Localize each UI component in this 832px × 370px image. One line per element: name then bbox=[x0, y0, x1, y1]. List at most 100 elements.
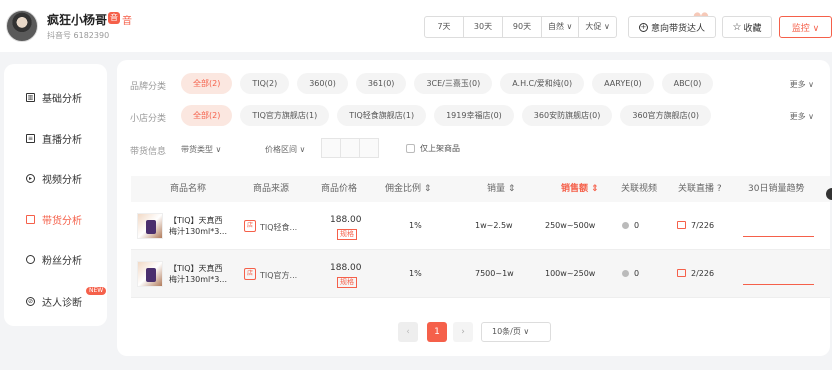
brand-pill[interactable]: AARYE(0) bbox=[592, 73, 654, 94]
shop-more-toggle[interactable]: 更多 ∨ bbox=[790, 111, 814, 122]
price-range-inputs[interactable] bbox=[321, 138, 379, 158]
brand-pill[interactable]: TIQ(2) bbox=[240, 73, 290, 94]
related-videos[interactable]: 0 bbox=[622, 269, 639, 278]
brand-pill[interactable]: A.H.C/爱和纯(0) bbox=[500, 73, 585, 94]
brand-filter-pills: 全部(2) TIQ(2) 360(0) 361(0) 3CE/三熹玉(0) A.… bbox=[181, 73, 714, 94]
sidebar-item-label: 基础分析 bbox=[42, 94, 82, 105]
col-sales[interactable]: 销量 ⇕ bbox=[487, 176, 515, 202]
related-videos[interactable]: 0 bbox=[622, 221, 639, 230]
brand-pill[interactable]: ABC(0) bbox=[661, 73, 714, 94]
star-icon: ☆ bbox=[732, 21, 742, 33]
range-30-days[interactable]: 30天 bbox=[464, 17, 503, 37]
brand-more-toggle[interactable]: 更多 ∨ bbox=[790, 79, 814, 90]
brand-pill[interactable]: 3CE/三熹玉(0) bbox=[414, 73, 493, 94]
col-commission[interactable]: 佣金比例 ⇕ bbox=[385, 176, 431, 202]
shop-pill[interactable]: 360安防旗舰店(0) bbox=[521, 105, 613, 126]
commission-rate: 1% bbox=[409, 221, 422, 230]
goods-type-dropdown[interactable]: 带货类型 ∨ bbox=[181, 144, 221, 155]
col-product-name: 商品名称 bbox=[170, 184, 207, 194]
brand-pill[interactable]: 361(0) bbox=[355, 73, 407, 94]
shop-icon: 店 bbox=[244, 220, 256, 232]
intent-creator-button[interactable]: + 意向带货达人 bbox=[628, 16, 716, 38]
on-shelf-only-label: 仅上架商品 bbox=[420, 144, 460, 153]
sidebar-item-label: 视频分析 bbox=[42, 175, 82, 186]
table-row[interactable]: 【TIQ】天真西梅汁130ml*3... 店 TIQ官方... 188.00 规… bbox=[131, 250, 830, 298]
live-room-icon bbox=[677, 269, 686, 277]
sidebar: ▥ 基础分析 ≡ 直播分析 ▸ 视频分析 带货分析 粉丝分析 ⊘ 达人诊断 NE… bbox=[4, 64, 107, 326]
range-7-days[interactable]: 7天 bbox=[425, 17, 464, 37]
related-lives[interactable]: 2/226 bbox=[677, 269, 714, 278]
user-icon bbox=[26, 255, 35, 264]
sidebar-item-basic-analysis[interactable]: ▥ 基础分析 bbox=[26, 90, 82, 105]
product-image[interactable] bbox=[137, 213, 163, 239]
spec-button[interactable]: 规格 bbox=[337, 277, 357, 288]
sidebar-item-live-analysis[interactable]: ≡ 直播分析 bbox=[26, 131, 82, 146]
page-1-button[interactable]: 1 bbox=[427, 322, 447, 342]
sidebar-item-video-analysis[interactable]: ▸ 视频分析 bbox=[26, 171, 82, 186]
shop-pill[interactable]: 1919幸福店(0) bbox=[434, 105, 514, 126]
brand-filter-label: 品牌分类 bbox=[130, 82, 167, 92]
product-price: 188.00 bbox=[330, 263, 362, 273]
checkbox-box[interactable] bbox=[406, 144, 415, 153]
price-range-dropdown[interactable]: 价格区间 ∨ bbox=[265, 144, 305, 155]
shop-name[interactable]: TIQ轻食... bbox=[260, 222, 297, 233]
col-product-source: 商品来源 bbox=[253, 184, 290, 194]
avatar[interactable] bbox=[6, 10, 38, 42]
sidebar-item-label: 达人诊断 bbox=[42, 298, 82, 309]
col-30day-trend: 30日销量趋势 bbox=[748, 184, 805, 194]
goods-info-label: 带货信息 bbox=[130, 147, 167, 157]
product-image[interactable] bbox=[137, 261, 163, 287]
date-range-selector: 7天 30天 90天 自然 ∨ 大促 ∨ bbox=[424, 16, 617, 38]
promo-dropdown[interactable]: 大促 ∨ bbox=[579, 17, 615, 37]
table-row[interactable]: 【TIQ】天真西梅汁130ml*3... 店 TIQ轻食... 188.00 规… bbox=[131, 202, 830, 250]
related-lives[interactable]: 7/226 bbox=[677, 221, 714, 230]
range-90-days[interactable]: 90天 bbox=[503, 17, 542, 37]
brand-pill[interactable]: 全部(2) bbox=[181, 73, 233, 94]
new-badge: NEW bbox=[86, 287, 107, 295]
product-name[interactable]: 【TIQ】天真西梅汁130ml*3... bbox=[169, 263, 229, 285]
shop-pill[interactable]: TIQ官方旗舰店(1) bbox=[240, 105, 330, 126]
shop-filter-pills: 全部(2) TIQ官方旗舰店(1) TIQ轻食旗舰店(1) 1919幸福店(0)… bbox=[181, 105, 712, 126]
user-id: 抖音号 6182390 bbox=[47, 31, 110, 40]
shop-pill[interactable]: TIQ轻食旗舰店(1) bbox=[337, 105, 427, 126]
commission-rate: 1% bbox=[409, 269, 422, 278]
natural-dropdown[interactable]: 自然 ∨ bbox=[542, 17, 580, 37]
platform-label: 音 bbox=[122, 16, 132, 27]
shop-pill[interactable]: 360官方旗舰店(0) bbox=[620, 105, 712, 126]
on-shelf-only-checkbox[interactable]: 仅上架商品 bbox=[406, 143, 460, 154]
live-room-icon bbox=[677, 221, 686, 229]
revenue: 250w~500w bbox=[545, 221, 596, 230]
shop-pill[interactable]: 全部(2) bbox=[181, 105, 233, 126]
product-name[interactable]: 【TIQ】天真西梅汁130ml*3... bbox=[169, 215, 229, 237]
brand-pill[interactable]: 360(0) bbox=[297, 73, 348, 94]
favorite-label: 收藏 bbox=[743, 23, 762, 34]
shop-icon: 店 bbox=[244, 268, 256, 280]
intent-creator-label: 意向带货达人 bbox=[650, 23, 705, 34]
col-revenue[interactable]: 销售额 ⇕ bbox=[561, 176, 599, 202]
sidebar-item-label: 带货分析 bbox=[42, 216, 82, 227]
sales-volume: 1w~2.5w bbox=[475, 221, 513, 230]
sidebar-item-creator-diagnosis[interactable]: ⊘ 达人诊断 NEW bbox=[26, 287, 107, 309]
video-dot-icon bbox=[622, 270, 629, 277]
main-panel: 品牌分类 全部(2) TIQ(2) 360(0) 361(0) 3CE/三熹玉(… bbox=[117, 60, 830, 356]
page-size-select[interactable]: 10条/页 ∨ bbox=[481, 322, 551, 342]
spec-button[interactable]: 规格 bbox=[337, 229, 357, 240]
sidebar-item-label: 直播分析 bbox=[42, 135, 82, 146]
col-related-lives[interactable]: 关联直播 ? bbox=[678, 176, 722, 202]
prev-page-button[interactable]: ‹ bbox=[398, 322, 418, 342]
monitor-button[interactable]: 监控 ∨ bbox=[779, 16, 832, 38]
platform-badge-icon: 音 bbox=[108, 12, 120, 24]
product-table: 商品名称 商品来源 商品价格 佣金比例 ⇕ 销量 ⇕ 销售额 ⇕ 关联视频 关联… bbox=[131, 176, 830, 298]
shop-name[interactable]: TIQ官方... bbox=[260, 270, 297, 281]
favorite-button[interactable]: ☆ 收藏 bbox=[722, 16, 772, 38]
side-collapse-handle-icon[interactable] bbox=[826, 188, 832, 200]
revenue: 100w~250w bbox=[545, 269, 596, 278]
sales-trend-sparkline[interactable] bbox=[743, 284, 814, 285]
product-price: 188.00 bbox=[330, 215, 362, 225]
sidebar-item-fans-analysis[interactable]: 粉丝分析 bbox=[26, 252, 82, 267]
next-page-button[interactable]: › bbox=[453, 322, 473, 342]
add-circle-icon: + bbox=[638, 22, 648, 32]
sidebar-item-sales-analysis[interactable]: 带货分析 bbox=[26, 212, 82, 227]
sales-trend-sparkline[interactable] bbox=[743, 236, 814, 237]
sales-volume: 7500~1w bbox=[475, 269, 514, 278]
